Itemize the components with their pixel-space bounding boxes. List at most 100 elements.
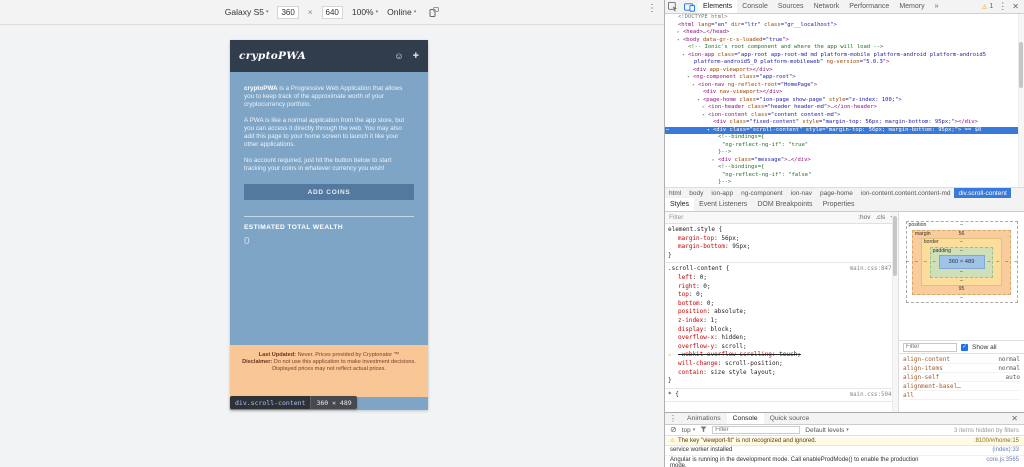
device-height-input[interactable]: 640	[321, 5, 343, 19]
dom-tree-row[interactable]: ▾ <ion-app class="app-root app-root-md md…	[665, 52, 1018, 60]
dom-tree-row[interactable]: <div app-viewport></div>	[665, 67, 1018, 75]
styles-filter-input[interactable]: Filter	[669, 214, 683, 221]
sidebar-tab-properties[interactable]: Properties	[818, 198, 860, 211]
dom-tree-row[interactable]: }-->	[665, 149, 1018, 157]
breadcrumb-item-ion-nav[interactable]: ion-nav	[787, 188, 816, 198]
css-property[interactable]: will-change: scroll-position;	[668, 360, 895, 369]
console-filter-input[interactable]	[712, 426, 801, 434]
dom-tree-row[interactable]: ▸ <div class="message">…</div>	[665, 157, 1018, 165]
dom-tree-row[interactable]: ▸ <ion-header class="header header-md">…<…	[665, 104, 1018, 112]
add-icon[interactable]: +	[413, 51, 419, 62]
breadcrumb-item-html[interactable]: html	[665, 188, 685, 198]
dom-tree-row[interactable]: <!DOCTYPE html>	[665, 14, 1018, 22]
dom-tree-row[interactable]: }-->	[665, 179, 1018, 187]
devtools-menu-icon[interactable]: ⋮	[998, 1, 1007, 12]
stylesheet-link[interactable]: main.css:8476	[850, 265, 895, 274]
drawer-tab-console[interactable]: Console	[726, 413, 764, 424]
dom-tree-row[interactable]: <!--bindings={	[665, 134, 1018, 142]
css-property[interactable]: overflow-x: hidden;	[668, 334, 895, 343]
profile-icon[interactable]: ☺	[394, 51, 403, 61]
breadcrumb-item-body[interactable]: body	[685, 188, 707, 198]
zoom-select[interactable]: 100% ▾	[352, 7, 378, 17]
devtools-tab-memory[interactable]: Memory	[894, 0, 929, 13]
css-property[interactable]: margin-bottom: 95px;	[668, 243, 895, 252]
log-level-select[interactable]: Default levels ▾	[805, 427, 849, 434]
scrollbar-thumb[interactable]	[893, 216, 897, 276]
rule-selector[interactable]: element.style	[668, 226, 715, 233]
devtools-tab-sources[interactable]: Sources	[773, 0, 809, 13]
console-source-link[interactable]: (index):33	[984, 447, 1019, 454]
dom-tree-row[interactable]: ▾ <page-home class="ion-page show-page" s…	[665, 97, 1018, 105]
devtools-close-icon[interactable]: ✕	[1012, 2, 1019, 11]
computed-property[interactable]: align-items normal	[903, 364, 1020, 373]
drawer-menu-icon[interactable]: ⋮	[665, 414, 681, 423]
rule-selector[interactable]: .scroll-content	[668, 265, 722, 272]
css-property[interactable]: top: 0;	[668, 291, 895, 300]
device-toolbar-more-icon[interactable]: ⋮	[647, 3, 657, 14]
throttling-select[interactable]: Online ▾	[387, 7, 416, 17]
devtools-tab-performance[interactable]: Performance	[844, 0, 894, 13]
dom-tree-row[interactable]: ▾ <ion-content class="content content-md"…	[665, 112, 1018, 120]
dom-tree-row[interactable]: ▾ <ng-component class="app-root">	[665, 74, 1018, 82]
console-source-link[interactable]: core.js:3565	[978, 457, 1019, 464]
dom-tree-row[interactable]: platform-android5_0 platform-mobileweb" …	[665, 59, 1018, 67]
computed-property[interactable]: align-self auto	[903, 373, 1020, 382]
toggle-element-state-button[interactable]: :hov	[858, 214, 870, 221]
dom-tree-row[interactable]: <!--bindings={	[665, 164, 1018, 172]
breadcrumb-item-ion-content-content-content-md[interactable]: ion-content.content.content-md	[857, 188, 955, 198]
device-width-input[interactable]: 360	[277, 5, 299, 19]
dom-tree-row[interactable]: <div nav-viewport></div>	[665, 89, 1018, 97]
console-warnings-badge[interactable]: ⚠ 1	[982, 3, 994, 11]
dom-tree-row[interactable]: "ng-reflect-ng-if": "true"	[665, 142, 1018, 150]
css-property[interactable]: left: 0;	[668, 274, 895, 283]
rotate-icon[interactable]	[429, 7, 440, 17]
devtools-tab-elements[interactable]: Elements	[698, 0, 738, 13]
dom-tree-row[interactable]: <html lang="en" dir="ltr" class="gr__loc…	[665, 22, 1018, 30]
scrollbar-thumb[interactable]	[1019, 42, 1023, 88]
dom-tree-row[interactable]: ▸ <head>…</head>	[665, 29, 1018, 37]
dom-tree-row[interactable]: ▾ <body data-gr-c-s-loaded="true">	[665, 37, 1018, 45]
computed-property[interactable]: alignment-basel…	[903, 382, 1020, 391]
dom-tree-row[interactable]: <div class="fixed-content" style="margin…	[665, 119, 1018, 127]
console-context-select[interactable]: top ▾	[682, 427, 696, 434]
computed-property[interactable]: all	[903, 391, 1020, 400]
sidebar-tab-dom-breakpoints[interactable]: DOM Breakpoints	[752, 198, 817, 211]
drawer-tab-quick-source[interactable]: Quick source	[764, 413, 816, 424]
show-all-checkbox[interactable]: ✓	[961, 343, 968, 351]
element-classes-button[interactable]: .cls	[875, 214, 885, 221]
css-property[interactable]: margin-top: 56px;	[668, 235, 895, 244]
console-source-link[interactable]: :8100/#/home:15	[966, 438, 1019, 445]
breadcrumb-item-ion-app[interactable]: ion-app	[707, 188, 737, 198]
inspect-element-icon[interactable]	[665, 1, 681, 12]
breadcrumb-item-ng-component[interactable]: ng-component	[737, 188, 787, 198]
more-actions-icon[interactable]: ⋯	[666, 127, 669, 135]
add-coins-button[interactable]: ADD COINS	[244, 184, 414, 200]
device-select[interactable]: Galaxy S5 ▾	[225, 7, 269, 17]
dom-tree-row[interactable]: ⋯ ▾ <div class="scroll-content" style="mar…	[665, 126, 1018, 135]
css-property[interactable]: ⚠ -webkit-overflow-scrolling: touch;	[668, 351, 895, 360]
clear-console-icon[interactable]: ⊘	[670, 426, 677, 434]
css-property[interactable]: bottom: 0;	[668, 300, 895, 309]
breadcrumb-item-page-home[interactable]: page-home	[816, 188, 857, 198]
sidebar-tab-styles[interactable]: Styles	[665, 198, 695, 211]
sidebar-tab-event-listeners[interactable]: Event Listeners	[694, 198, 752, 211]
css-property[interactable]: overflow-y: scroll;	[668, 343, 895, 352]
devtools-tab-console[interactable]: Console	[737, 0, 773, 13]
computed-property[interactable]: align-content normal	[903, 355, 1020, 364]
devtools-tab-more[interactable]: »	[930, 0, 944, 13]
dom-tree-row[interactable]: <!-- Ionic's root component and where th…	[665, 44, 1018, 52]
stylesheet-link[interactable]: main.css:5040	[850, 391, 895, 400]
toggle-device-toolbar-icon[interactable]	[681, 2, 698, 12]
dom-tree-row[interactable]: ▾ <ion-nav ng-reflect-root="HomePage">	[665, 82, 1018, 90]
elements-scrollbar[interactable]	[1018, 14, 1024, 187]
breadcrumb-item-div-scroll-content[interactable]: div.scroll-content	[954, 188, 1011, 198]
css-property[interactable]: right: 0;	[668, 283, 895, 292]
drawer-tab-animations[interactable]: Animations	[681, 413, 727, 424]
css-property[interactable]: display: block;	[668, 326, 895, 335]
computed-filter-input[interactable]	[903, 342, 957, 352]
box-model[interactable]: position – – margin 56 – border – – padd…	[899, 212, 1024, 340]
css-property[interactable]: contain: size style layout;	[668, 369, 895, 378]
dom-tree-row[interactable]: "ng-reflect-ng-if": "false"	[665, 172, 1018, 180]
css-property[interactable]: position: absolute;	[668, 308, 895, 317]
css-property[interactable]: z-index: 1;	[668, 317, 895, 326]
